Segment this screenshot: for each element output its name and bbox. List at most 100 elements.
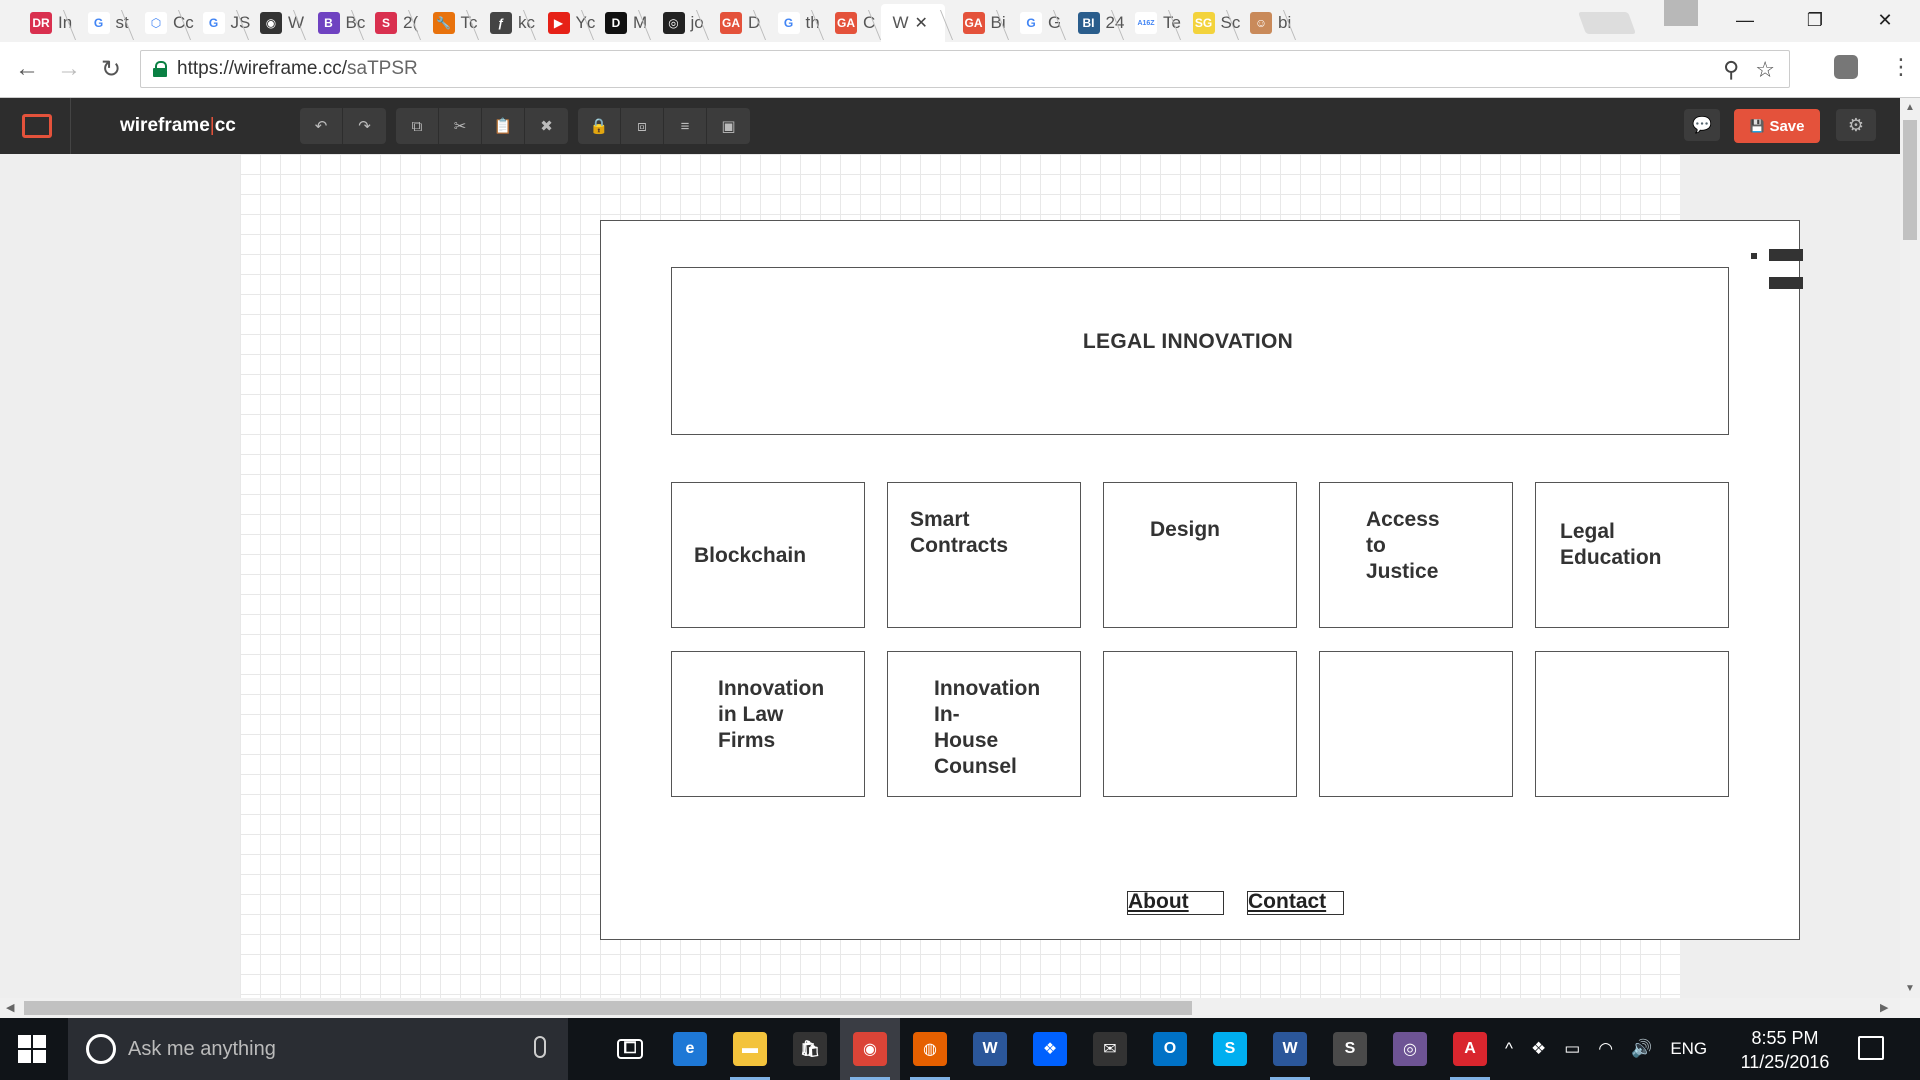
firefox-taskbar-button[interactable]: ◍ — [900, 1018, 960, 1080]
about-link[interactable]: About — [1127, 891, 1224, 915]
browser-tab[interactable]: GA D — [708, 4, 760, 42]
group-icon[interactable]: ▣ — [707, 108, 750, 144]
clock[interactable]: 8:55 PM 11/25/2016 — [1730, 1026, 1840, 1074]
settings-button[interactable]: ⚙ — [1836, 109, 1876, 141]
profile-button[interactable] — [1664, 0, 1698, 26]
word-taskbar-button[interactable]: W — [960, 1018, 1020, 1080]
cortana-search[interactable]: Ask me anything — [68, 1018, 568, 1080]
browser-tab[interactable]: SG Sc — [1181, 4, 1240, 42]
dropbox-tray-icon[interactable]: ❖ — [1531, 1039, 1546, 1059]
browser-tab[interactable]: DM — [593, 4, 647, 42]
horizontal-scrollbar[interactable]: ◀ ▶ — [0, 998, 1900, 1018]
minimize-button[interactable]: — — [1710, 0, 1780, 40]
redo-icon[interactable]: ↷ — [343, 108, 386, 144]
paste-icon[interactable]: 📋 — [482, 108, 525, 144]
dropbox-taskbar-button[interactable]: ❖ — [1020, 1018, 1080, 1080]
sublime-taskbar-button[interactable]: S — [1320, 1018, 1380, 1080]
browser-tab[interactable]: B Bc — [306, 4, 365, 42]
topic-tile[interactable] — [1103, 651, 1297, 797]
task-view-taskbar-button[interactable]: ⧠ — [600, 1018, 660, 1080]
scroll-left-icon[interactable]: ◀ — [6, 1001, 14, 1014]
restore-button[interactable]: ❐ — [1780, 0, 1850, 40]
chrome-taskbar-button[interactable]: ◉ — [840, 1018, 900, 1080]
contact-link[interactable]: Contact — [1247, 891, 1344, 915]
topic-tile-label[interactable]: Smart Contracts — [910, 507, 1008, 559]
zoom-icon[interactable]: ⚲ — [1723, 57, 1739, 83]
scroll-down-icon[interactable]: ▼ — [1905, 983, 1915, 994]
topic-tile[interactable] — [1319, 651, 1513, 797]
file-explorer-taskbar-button[interactable]: ▬ — [720, 1018, 780, 1080]
undo-icon[interactable]: ↶ — [300, 108, 343, 144]
browser-tab[interactable]: GA C — [823, 4, 875, 42]
topic-tile[interactable]: Design — [1103, 482, 1297, 628]
onenote-word-taskbar-button[interactable]: W — [1260, 1018, 1320, 1080]
browser-tab[interactable]: 🔧 Tc — [421, 4, 478, 42]
battery-icon[interactable]: ▭ — [1564, 1039, 1580, 1059]
browser-tab[interactable]: ☺ bi — [1238, 4, 1291, 42]
app-menu-icon[interactable] — [22, 114, 52, 138]
mail-taskbar-button[interactable]: ✉ — [1080, 1018, 1140, 1080]
browser-tab[interactable]: Gth — [766, 4, 820, 42]
edge-taskbar-button[interactable]: e — [660, 1018, 720, 1080]
browser-tab[interactable]: BI 24 — [1066, 4, 1124, 42]
scroll-right-icon[interactable]: ▶ — [1880, 1001, 1888, 1014]
store-taskbar-button[interactable]: 🛍 — [780, 1018, 840, 1080]
topic-tile[interactable] — [1535, 651, 1729, 797]
browser-tab[interactable]: S 2( — [363, 4, 418, 42]
topic-tile[interactable]: Blockchain — [671, 482, 865, 628]
action-center-icon[interactable] — [1858, 1036, 1884, 1060]
skype-taskbar-button[interactable]: S — [1200, 1018, 1260, 1080]
browser-tab[interactable]: W ✕ — [880, 4, 945, 42]
vertical-scrollbar[interactable]: ▲ ▼ — [1900, 98, 1920, 998]
topic-tile[interactable]: Legal Education — [1535, 482, 1729, 628]
hero-box[interactable]: LEGAL INNOVATION — [671, 267, 1729, 435]
browser-tab[interactable]: G JS — [191, 4, 250, 42]
save-button[interactable]: 💾 Save — [1734, 109, 1820, 143]
topic-tile-label[interactable]: Innovation in Law Firms — [718, 676, 824, 754]
duplicate-icon[interactable]: ⧉ — [396, 108, 439, 144]
url-text[interactable]: https://wireframe.cc/saTPSR — [177, 58, 418, 80]
microphone-icon[interactable] — [534, 1036, 546, 1058]
browser-tab[interactable]: ⬡ Cc — [133, 4, 194, 42]
bring-front-icon[interactable]: ⧈ — [621, 108, 664, 144]
scroll-thumb[interactable] — [24, 1001, 1192, 1015]
delete-icon[interactable]: ✖ — [525, 108, 568, 144]
volume-icon[interactable]: 🔊 — [1631, 1039, 1652, 1059]
wifi-icon[interactable]: ◠ — [1598, 1039, 1613, 1059]
topic-tile[interactable]: Smart Contracts — [887, 482, 1081, 628]
align-icon[interactable]: ≡ — [664, 108, 707, 144]
bookmark-star-icon[interactable]: ☆ — [1755, 57, 1775, 83]
topic-tile-label[interactable]: Legal Education — [1560, 519, 1662, 571]
scroll-thumb[interactable] — [1903, 120, 1917, 240]
language-indicator[interactable]: ENG — [1670, 1039, 1707, 1059]
cut-icon[interactable]: ✂ — [439, 108, 482, 144]
address-bar[interactable]: https://wireframe.cc/saTPSR ⚲ ☆ — [140, 50, 1790, 88]
browser-tab[interactable]: ƒ kc — [478, 4, 535, 42]
browser-menu-icon[interactable]: ⋮ — [1890, 54, 1912, 80]
close-window-button[interactable]: ✕ — [1850, 0, 1920, 40]
topic-tile-label[interactable]: Innovation In- House Counsel — [934, 676, 1040, 780]
browser-tab[interactable]: Gst — [76, 4, 129, 42]
hero-title[interactable]: LEGAL INNOVATION — [1083, 330, 1293, 354]
browser-tab[interactable]: ◉ W — [248, 4, 304, 42]
extension-icon[interactable] — [1834, 55, 1858, 79]
browser-tab[interactable]: DR In — [18, 4, 72, 42]
topic-tile[interactable]: Innovation in Law Firms — [671, 651, 865, 797]
browser-tab[interactable]: GA Bi — [951, 4, 1006, 42]
show-hidden-icons-icon[interactable]: ^ — [1505, 1039, 1513, 1059]
reload-button[interactable]: ↻ — [96, 54, 126, 84]
outlook-taskbar-button[interactable]: O — [1140, 1018, 1200, 1080]
github-desktop-taskbar-button[interactable]: ◎ — [1380, 1018, 1440, 1080]
browser-tab[interactable]: ◎ jo — [651, 4, 704, 42]
topic-tile-label[interactable]: Design — [1150, 517, 1220, 543]
browser-frame-mock[interactable]: LEGAL INNOVATION Blockchain Smart Contrac… — [600, 220, 1803, 940]
browser-tab[interactable]: A16Z Te — [1123, 4, 1181, 42]
topic-tile-label[interactable]: Blockchain — [694, 543, 806, 569]
lock-icon[interactable]: 🔒 — [578, 108, 621, 144]
grid-canvas[interactable]: LEGAL INNOVATION Blockchain Smart Contrac… — [240, 154, 1803, 998]
back-button[interactable]: ← — [12, 54, 42, 84]
browser-tab[interactable]: GG — [1008, 4, 1061, 42]
scroll-up-icon[interactable]: ▲ — [1905, 102, 1915, 113]
start-button[interactable] — [18, 1035, 46, 1063]
browser-tab[interactable]: ▶ Yc — [536, 4, 595, 42]
